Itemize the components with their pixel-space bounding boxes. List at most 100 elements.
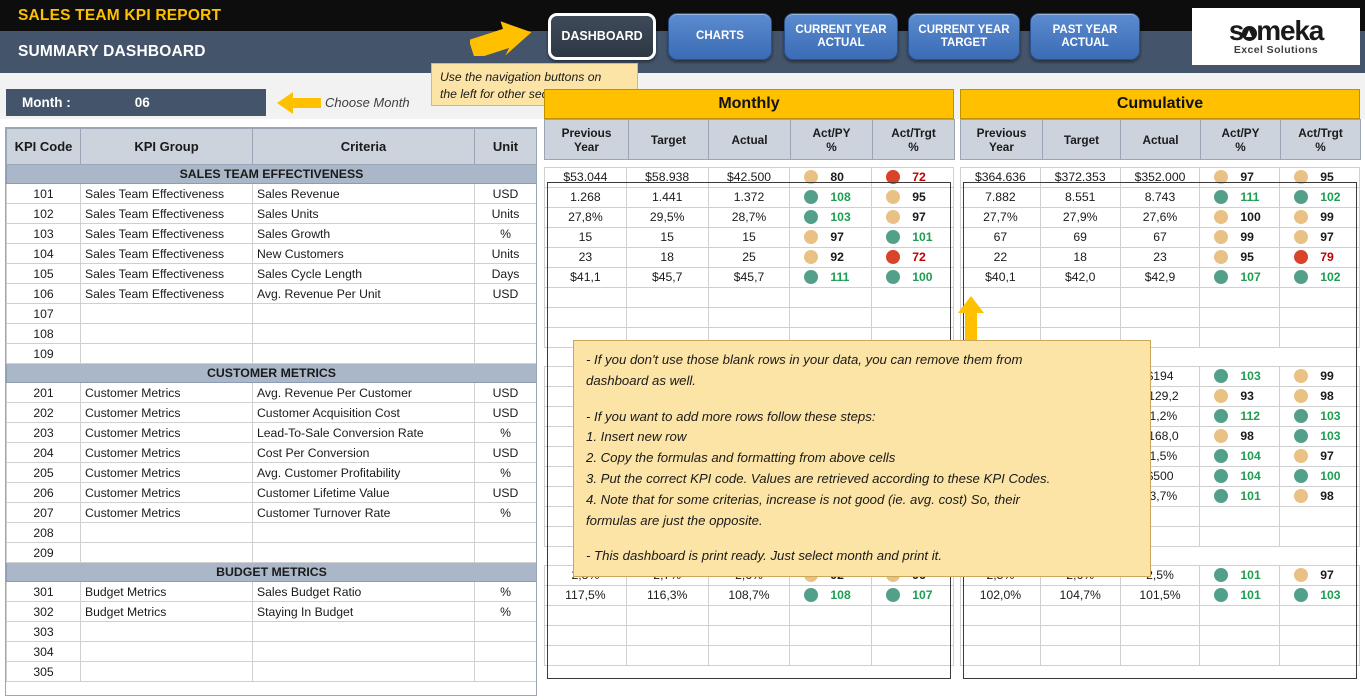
table-row: 23 18 25 92 72 bbox=[544, 246, 954, 268]
nav-button-current-year-actual[interactable]: CURRENT YEAR ACTUAL bbox=[784, 13, 898, 60]
table-row bbox=[544, 604, 954, 626]
kpi-code-cell: 108 bbox=[6, 323, 81, 344]
monthly-actual-cell: 1.372 bbox=[707, 186, 791, 208]
kpi-group-cell: Sales Team Effectiveness bbox=[80, 283, 253, 304]
month-value[interactable]: 06 bbox=[135, 95, 150, 110]
table-row: 107 bbox=[6, 303, 537, 324]
col-header-kpi-code: KPI Code bbox=[6, 128, 81, 165]
kpi-group-cell: Customer Metrics bbox=[80, 422, 253, 443]
kpi-criteria-cell: Lead-To-Sale Conversion Rate bbox=[252, 422, 475, 443]
cumulative-previous-year-cell: $40,1 bbox=[960, 266, 1041, 288]
kpi-code-cell: 302 bbox=[6, 601, 81, 622]
status-value: 101 bbox=[1240, 588, 1261, 602]
status-value: 103 bbox=[1320, 409, 1341, 423]
monthly-act-py-cell bbox=[789, 644, 873, 666]
status-dot-green-icon bbox=[804, 588, 819, 602]
cumulative-target-cell bbox=[1039, 604, 1121, 626]
monthly-act-py-cell bbox=[789, 624, 873, 646]
logo: s meka Excel Solutions bbox=[1192, 8, 1360, 65]
kpi-criteria-cell bbox=[252, 522, 475, 543]
cumulative-target-cell: $372.353 bbox=[1039, 166, 1121, 188]
nav-button-dashboard[interactable]: DASHBOARD bbox=[548, 13, 656, 60]
kpi-criteria-cell: Customer Lifetime Value bbox=[252, 482, 475, 503]
status-dot-amber-icon bbox=[886, 210, 901, 224]
status-value: 107 bbox=[912, 588, 933, 602]
cumulative-act-trgt-cell: 95 bbox=[1279, 166, 1360, 188]
month-selector[interactable]: Month : 06 bbox=[6, 89, 266, 116]
status-value: 100 bbox=[912, 270, 933, 284]
cumulative-previous-year-cell: 22 bbox=[960, 246, 1041, 268]
logo-text-pre: s bbox=[1228, 15, 1245, 46]
cumulative-act-trgt-cell: 97 bbox=[1279, 564, 1360, 586]
note-line-4: 1. Insert new row bbox=[586, 429, 687, 445]
cumulative-act-py-cell: 103 bbox=[1199, 365, 1281, 387]
kpi-code-cell: 106 bbox=[6, 283, 81, 304]
monthly-act-py-cell: 111 bbox=[789, 266, 873, 288]
monthly-act-py-cell bbox=[789, 604, 873, 626]
kpi-group-title: BUDGET METRICS bbox=[6, 562, 537, 582]
monthly-act-trgt-cell: 101 bbox=[871, 226, 954, 248]
monthly-previous-year-cell: $53.044 bbox=[544, 166, 627, 188]
status-dot-amber-icon bbox=[1294, 369, 1309, 383]
nav-button-past-year-actual[interactable]: PAST YEAR ACTUAL bbox=[1030, 13, 1140, 60]
status-dot-green-icon bbox=[1214, 449, 1229, 463]
monthly-panel-title: Monthly bbox=[544, 89, 954, 119]
note-line-8: formulas are just the opposite. bbox=[586, 512, 763, 528]
cumulative-act-py-cell bbox=[1199, 624, 1281, 646]
status-value: 79 bbox=[1320, 250, 1334, 264]
monthly-previous-year-cell bbox=[544, 306, 627, 328]
monthly-act-trgt-cell bbox=[871, 604, 954, 626]
status-value: 95 bbox=[1320, 170, 1334, 184]
table-row bbox=[960, 624, 1360, 646]
status-value: 95 bbox=[1240, 250, 1254, 264]
status-dot-green-icon bbox=[886, 230, 901, 244]
kpi-code-cell: 203 bbox=[6, 422, 81, 443]
kpi-group-cell: Sales Team Effectiveness bbox=[80, 203, 253, 224]
cumulative-actual-cell bbox=[1119, 286, 1201, 308]
nav-button-charts[interactable]: CHARTS bbox=[668, 13, 772, 60]
nav-button-current-year-target[interactable]: CURRENT YEAR TARGET bbox=[908, 13, 1020, 60]
monthly-actual-cell bbox=[707, 604, 791, 626]
cumulative-actual-cell: 23 bbox=[1119, 246, 1201, 268]
monthly-actual-cell: 28,7% bbox=[707, 206, 791, 228]
monthly-act-trgt-cell: 95 bbox=[871, 186, 954, 208]
status-dot-green-icon bbox=[1294, 190, 1309, 204]
table-row: 304 bbox=[6, 641, 537, 662]
cumulative-act-py-cell bbox=[1199, 306, 1281, 328]
table-row: 204 Customer Metrics Cost Per Conversion US… bbox=[6, 442, 537, 463]
status-dot-green-icon bbox=[804, 270, 819, 284]
status-dot-green-icon bbox=[804, 210, 819, 224]
monthly-act-trgt-cell: 97 bbox=[871, 206, 954, 228]
monthly-previous-year-cell: 23 bbox=[544, 246, 627, 268]
status-dot-amber-icon bbox=[1294, 489, 1309, 503]
monthly-act-trgt-cell: 100 bbox=[871, 266, 954, 288]
status-value: 111 bbox=[830, 270, 850, 284]
kpi-group-cell: Sales Team Effectiveness bbox=[80, 243, 253, 264]
monthly-actual-cell: $45,7 bbox=[707, 266, 791, 288]
kpi-unit-cell: USD bbox=[474, 402, 537, 423]
cumulative-act-py-cell: 93 bbox=[1199, 385, 1281, 407]
cumulative-actual-cell: 101,5% bbox=[1119, 584, 1201, 606]
cumulative-target-cell: 8.551 bbox=[1039, 186, 1121, 208]
monthly-previous-year-cell: 27,8% bbox=[544, 206, 627, 228]
table-row: 67 69 67 99 97 bbox=[960, 226, 1360, 248]
kpi-group-cell: Sales Team Effectiveness bbox=[80, 183, 253, 204]
note-line-1: - If you don't use those blank rows in y… bbox=[586, 352, 1023, 367]
kpi-group-cell bbox=[80, 323, 253, 344]
table-row: 7.882 8.551 8.743 111 102 bbox=[960, 186, 1360, 208]
table-row bbox=[960, 306, 1360, 328]
kpi-code-cell: 207 bbox=[6, 502, 81, 523]
cumulative-panel-title: Cumulative bbox=[960, 89, 1360, 119]
cumulative-previous-year-cell: 67 bbox=[960, 226, 1041, 248]
monthly-previous-year-cell: 117,5% bbox=[544, 584, 627, 606]
status-dot-amber-icon bbox=[1294, 389, 1309, 403]
monthly-act-py-cell: 92 bbox=[789, 246, 873, 268]
status-dot-amber-icon bbox=[1294, 170, 1309, 184]
monthly-act-py-cell bbox=[789, 286, 873, 308]
status-dot-amber-icon bbox=[804, 230, 819, 244]
kpi-criteria-cell: Sales Growth bbox=[252, 223, 475, 244]
kpi-criteria-cell bbox=[252, 661, 475, 682]
col-header-unit: Unit bbox=[474, 128, 537, 165]
cumulative-act-trgt-cell: 103 bbox=[1279, 584, 1360, 606]
kpi-criteria-cell bbox=[252, 343, 475, 364]
